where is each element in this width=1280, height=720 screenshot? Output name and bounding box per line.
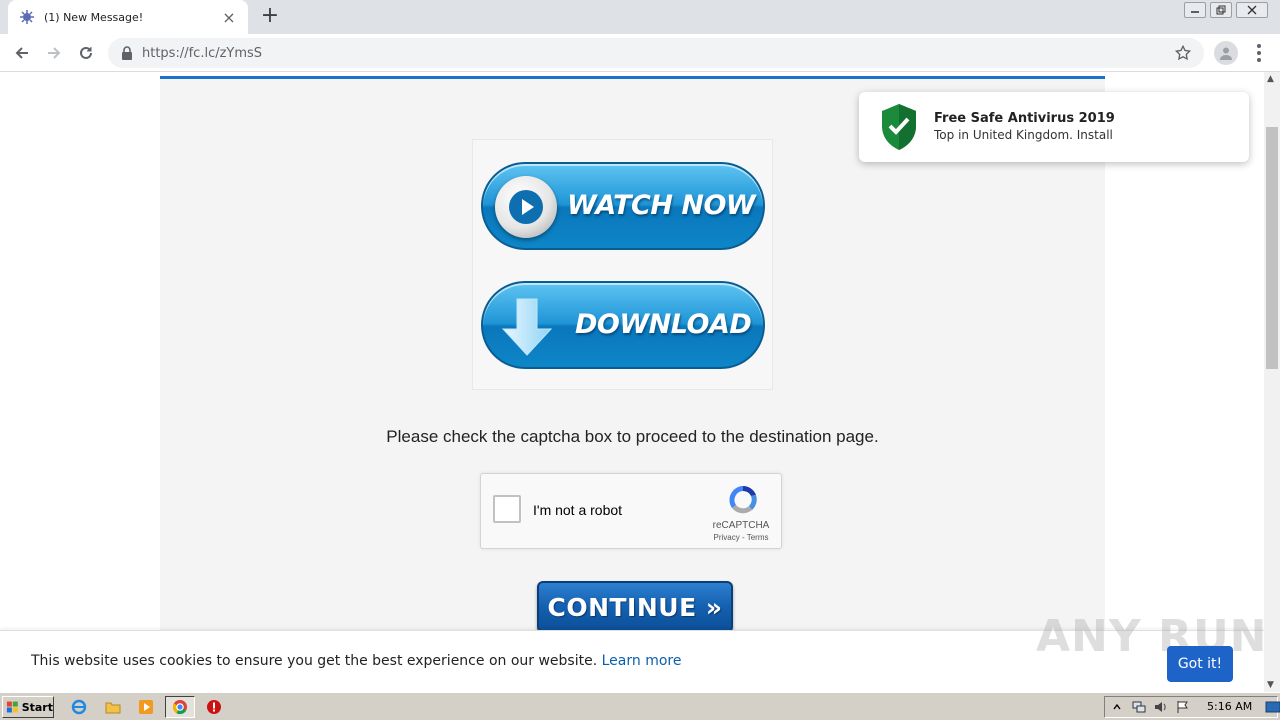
stop-sign-icon[interactable]: [205, 698, 223, 716]
bookmark-star-icon[interactable]: [1174, 44, 1192, 62]
profile-avatar-icon[interactable]: [1214, 41, 1238, 65]
windows-logo-icon: [6, 701, 18, 713]
cookie-text: This website uses cookies to ensure you …: [31, 653, 598, 669]
download-button[interactable]: DOWNLOAD: [481, 281, 765, 369]
download-label: DOWNLOAD: [575, 309, 752, 340]
tab-strip: (1) New Message! × +: [0, 0, 1280, 34]
internet-explorer-icon[interactable]: [70, 698, 88, 716]
network-icon[interactable]: [1131, 699, 1147, 715]
show-hidden-icons-icon[interactable]: [1109, 699, 1125, 715]
recaptcha-label: I'm not a robot: [533, 502, 623, 518]
continue-button[interactable]: CONTINUE »: [537, 581, 733, 633]
browser-menu-icon[interactable]: [1250, 42, 1268, 64]
recaptcha-privacy-terms[interactable]: Privacy - Terms: [705, 533, 777, 542]
media-player-icon[interactable]: [137, 698, 155, 716]
notification-subtitle: Top in United Kingdom. Install: [934, 128, 1113, 142]
captcha-instruction: Please check the captcha box to proceed …: [386, 427, 879, 446]
got-it-button[interactable]: Got it!: [1167, 646, 1233, 682]
system-tray: 5:16 AM: [1104, 696, 1280, 718]
continue-label: CONTINUE »: [547, 593, 723, 622]
recaptcha-brand: reCAPTCHA: [712, 520, 770, 531]
media-buttons-box: WATCH NOW DOWNLOAD: [472, 139, 773, 390]
learn-more-link[interactable]: Learn more: [602, 653, 682, 669]
url-text: https://fc.lc/zYmsS: [142, 45, 263, 61]
taskbar-clock[interactable]: 5:16 AM: [1207, 700, 1252, 713]
browser-tab[interactable]: (1) New Message! ×: [8, 0, 248, 34]
back-arrow-icon: [15, 47, 28, 59]
virus-favicon-icon: [18, 8, 36, 26]
tab-close-icon[interactable]: ×: [220, 8, 238, 27]
download-arrow-icon: [501, 298, 553, 356]
recaptcha-widget: I'm not a robot reCAPTCHA Privacy - Term…: [480, 473, 782, 549]
recaptcha-logo-icon: [729, 486, 757, 514]
play-icon: [495, 176, 557, 238]
main-content-panel: WATCH NOW DOWNLOAD Please check the capt…: [160, 76, 1105, 692]
scroll-down-arrow-icon[interactable]: ▼: [1267, 680, 1274, 690]
recaptcha-checkbox[interactable]: [493, 495, 521, 523]
scroll-thumb[interactable]: [1266, 127, 1278, 369]
antivirus-notification[interactable]: Free Safe Antivirus 2019 Top in United K…: [859, 92, 1249, 162]
forward-button[interactable]: [41, 40, 67, 66]
show-desktop-icon[interactable]: [1265, 699, 1280, 715]
chrome-taskbar-icon[interactable]: [165, 696, 195, 718]
reload-icon: [80, 46, 92, 59]
browser-toolbar: https://fc.lc/zYmsS: [0, 34, 1280, 72]
notification-title: Free Safe Antivirus 2019: [934, 111, 1115, 126]
watch-now-label: WATCH NOW: [567, 190, 756, 221]
action-center-flag-icon[interactable]: [1175, 699, 1191, 715]
restore-window-button[interactable]: [1210, 2, 1232, 18]
close-window-button[interactable]: [1236, 2, 1268, 18]
volume-icon[interactable]: [1153, 699, 1169, 715]
cookie-consent-bar: ANY RUN This website uses cookies to ens…: [0, 611, 1264, 692]
start-button[interactable]: Start: [2, 696, 54, 718]
reload-button[interactable]: [73, 40, 99, 66]
watch-now-button[interactable]: WATCH NOW: [481, 162, 765, 250]
page-scrollbar[interactable]: ▲ ▼: [1264, 72, 1280, 692]
new-tab-button[interactable]: +: [258, 4, 282, 28]
tab-title: (1) New Message!: [44, 10, 144, 24]
minimize-window-button[interactable]: [1184, 2, 1206, 18]
forward-arrow-icon: [48, 47, 61, 59]
shield-check-icon: [882, 104, 916, 150]
address-bar[interactable]: https://fc.lc/zYmsS: [108, 38, 1204, 68]
page-viewport: WATCH NOW DOWNLOAD Please check the capt…: [0, 72, 1264, 692]
file-explorer-icon[interactable]: [104, 698, 122, 716]
back-button[interactable]: [9, 40, 35, 66]
windows-taskbar: Start 5:16 AM: [0, 692, 1280, 720]
cookie-message: This website uses cookies to ensure you …: [31, 653, 681, 669]
lock-icon: [120, 46, 134, 60]
scroll-up-arrow-icon[interactable]: ▲: [1267, 74, 1274, 84]
start-label: Start: [21, 700, 53, 714]
